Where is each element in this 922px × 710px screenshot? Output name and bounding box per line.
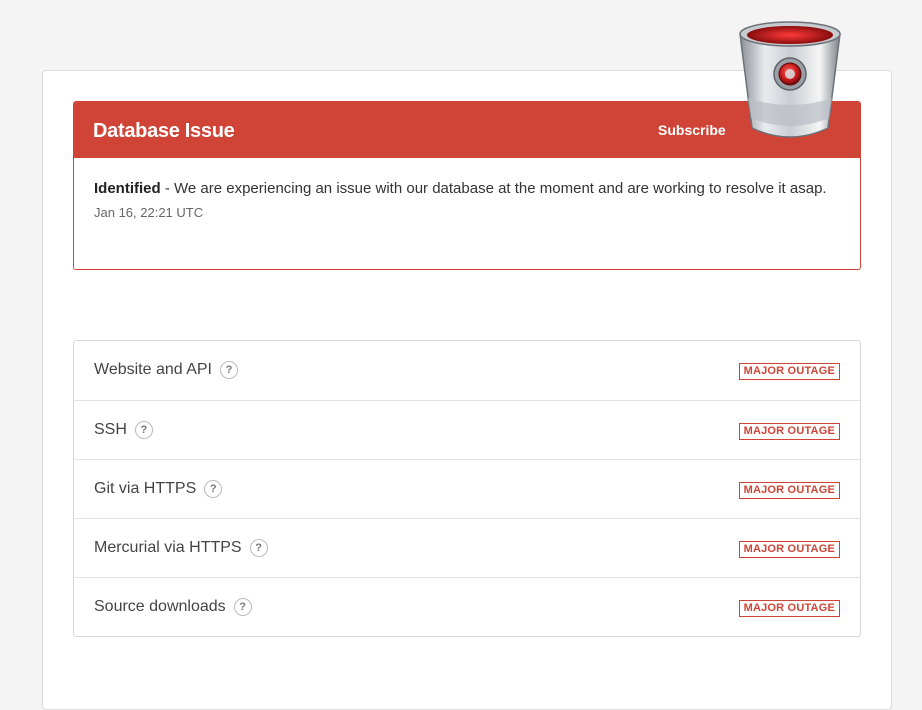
incident-status-label: Identified	[94, 180, 161, 197]
components-list: Website and API ? MAJOR OUTAGE SSH ? MAJ…	[73, 340, 861, 637]
help-icon[interactable]: ?	[249, 539, 268, 557]
component-row: Website and API ? MAJOR OUTAGE	[74, 341, 860, 400]
bucket-logo-icon	[739, 21, 841, 138]
status-badge: MAJOR OUTAGE	[738, 482, 840, 499]
component-row: Source downloads ? MAJOR OUTAGE	[74, 577, 860, 636]
status-badge: MAJOR OUTAGE	[738, 541, 840, 558]
component-name: Website and API	[94, 361, 212, 378]
help-icon[interactable]: ?	[204, 480, 223, 498]
help-icon[interactable]: ?	[220, 361, 238, 379]
status-badge: MAJOR OUTAGE	[738, 363, 840, 380]
incident-update: Identified - We are experiencing an issu…	[94, 176, 840, 201]
status-badge: MAJOR OUTAGE	[738, 600, 840, 617]
component-name: Source downloads	[94, 598, 226, 615]
component-row: SSH ? MAJOR OUTAGE	[74, 400, 860, 459]
incident-message: - We are experiencing an issue with our …	[160, 180, 827, 197]
incident-timestamp: Jan 16, 22:21 UTC	[94, 205, 204, 220]
component-name: Mercurial via HTTPS	[94, 539, 242, 556]
help-icon[interactable]: ?	[233, 598, 252, 616]
component-name: SSH	[94, 421, 127, 438]
component-name: Git via HTTPS	[94, 480, 197, 497]
component-row: Mercurial via HTTPS ? MAJOR OUTAGE	[74, 518, 860, 577]
component-row: Git via HTTPS ? MAJOR OUTAGE	[74, 459, 860, 518]
incident-body: Identified - We are experiencing an issu…	[74, 158, 860, 222]
subscribe-button[interactable]: Subscribe	[658, 122, 726, 138]
help-icon[interactable]: ?	[134, 421, 153, 439]
incident-title: Database Issue	[93, 120, 235, 142]
status-badge: MAJOR OUTAGE	[738, 423, 840, 440]
